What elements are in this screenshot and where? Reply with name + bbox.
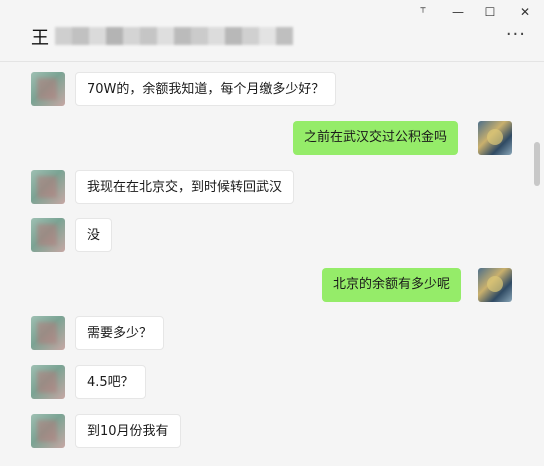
message-bubble: 到10月份我有 xyxy=(75,414,181,448)
avatar[interactable] xyxy=(31,414,65,448)
avatar[interactable] xyxy=(478,268,512,302)
avatar[interactable] xyxy=(31,316,65,350)
avatar[interactable] xyxy=(31,170,65,204)
avatar[interactable] xyxy=(31,72,65,106)
chat-header: 王 ··· xyxy=(0,24,544,62)
message-bubble: 4.5吧？ xyxy=(75,365,146,399)
chat-title: 王 xyxy=(31,28,49,49)
avatar[interactable] xyxy=(31,365,65,399)
message-bubble: 70W的，余额我知道，每个月缴多少好？ xyxy=(75,72,337,106)
message-bubble: 没 xyxy=(75,218,113,252)
message-bubble: 之前在武汉交过公积金吗 xyxy=(293,121,459,155)
scrollbar[interactable] xyxy=(534,142,540,186)
close-icon[interactable]: ✕ xyxy=(514,3,536,21)
pin-icon[interactable]: ⸆ xyxy=(412,3,434,21)
redacted-name xyxy=(55,27,293,45)
minimize-icon[interactable]: — xyxy=(447,3,469,21)
message-bubble: 我现在在北京交，到时候转回武汉 xyxy=(75,170,295,204)
more-options-button[interactable]: ··· xyxy=(506,26,526,44)
message-bubble: 需要多少？ xyxy=(75,316,165,350)
avatar[interactable] xyxy=(478,121,512,155)
avatar[interactable] xyxy=(31,218,65,252)
title-bar: ⸆ — ☐ ✕ xyxy=(0,0,544,24)
message-list: 70W的，余额我知道，每个月缴多少好？ 之前在武汉交过公积金吗 我现在在北京交，… xyxy=(0,62,532,466)
message-bubble: 北京的余额有多少呢 xyxy=(322,268,462,302)
maximize-icon[interactable]: ☐ xyxy=(479,3,501,21)
